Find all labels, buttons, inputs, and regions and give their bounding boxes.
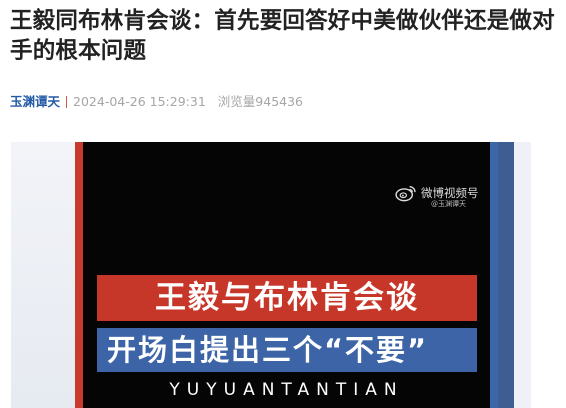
video-subheadline-banner: 开场白提出三个“不要” xyxy=(97,328,477,372)
video-headline-banner: 王毅与布林肯会谈 xyxy=(97,275,477,321)
source-link[interactable]: 玉渊谭天 xyxy=(10,92,60,112)
views-label: 浏览量 xyxy=(217,94,256,109)
video-edge-red xyxy=(75,142,83,408)
weibo-watermark-handle: @玉渊谭天 xyxy=(431,200,466,208)
video-frame[interactable]: 微博视频号 @玉渊谭天 王毅与布林肯会谈 开场白提出三个“不要” YUYUANT… xyxy=(75,142,498,408)
article-meta: 玉渊谭天 2024-04-26 15:29:31 浏览量 945436 xyxy=(10,92,303,112)
video-pinyin-caption: YUYUANTANTIAN xyxy=(169,380,404,400)
video-subheadline: 开场白提出三个“不要” xyxy=(107,333,429,367)
video-edge-blue xyxy=(490,142,498,408)
video-backdrop-right xyxy=(498,142,514,408)
views-count: 945436 xyxy=(255,94,304,109)
video-player[interactable]: 微博视频号 @玉渊谭天 王毅与布林肯会谈 开场白提出三个“不要” YUYUANT… xyxy=(11,142,531,408)
video-headline: 王毅与布林肯会谈 xyxy=(155,280,419,316)
article-title: 王毅同布林肯会谈：首先要回答好中美做伙伴还是做对手的根本问题 xyxy=(10,8,555,64)
publish-timestamp: 2024-04-26 15:29:31 xyxy=(73,94,206,109)
weibo-watermark-text: 微博视频号 xyxy=(421,186,479,200)
meta-divider xyxy=(66,96,68,108)
video-backdrop-left xyxy=(11,142,75,408)
weibo-logo-icon xyxy=(395,186,416,202)
